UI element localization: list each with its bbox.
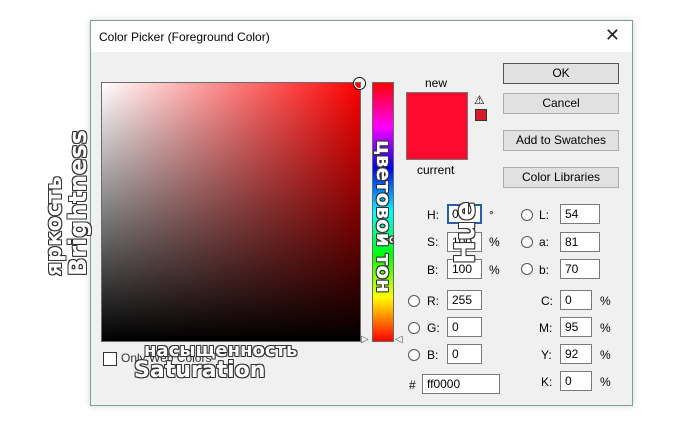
websafe-color-chip[interactable]	[475, 109, 487, 121]
cyan-field[interactable]: 0	[560, 290, 592, 310]
hue-slider-left-arrow-icon[interactable]: ▷	[361, 334, 369, 345]
hue-ru-annotation: цветовой тон	[372, 140, 396, 293]
blue-label: B:	[427, 348, 439, 362]
color-field-cursor[interactable]	[354, 78, 365, 89]
magenta-unit: %	[600, 321, 611, 335]
current-color-label: current	[417, 163, 455, 177]
red-label: R:	[427, 294, 439, 308]
green-field[interactable]: 0	[447, 317, 482, 337]
lab-b-label: b:	[539, 263, 550, 277]
color-libraries-button[interactable]: Color Libraries	[503, 167, 619, 188]
window-title: Color Picker (Foreground Color)	[99, 30, 270, 44]
new-color-swatch	[406, 92, 468, 127]
close-icon[interactable]: ✕	[605, 26, 620, 44]
red-field[interactable]: 255	[447, 290, 482, 310]
red-radio[interactable]	[408, 295, 420, 307]
yellow-field[interactable]: 92	[560, 344, 592, 364]
cyan-label: C:	[541, 294, 553, 308]
black-unit: %	[600, 375, 611, 389]
brightness-label: B:	[427, 263, 439, 277]
current-color-swatch[interactable]	[406, 126, 468, 160]
saturation-unit: %	[489, 235, 500, 249]
black-label: K:	[541, 375, 553, 389]
lab-l-field[interactable]: 54	[560, 204, 600, 224]
lab-l-label: L:	[539, 208, 550, 222]
magenta-field[interactable]: 95	[560, 317, 592, 337]
hue-en-annotation: Hue	[448, 201, 481, 264]
hue-slider-right-arrow-icon[interactable]: ◁	[395, 334, 403, 345]
hue-unit: °	[489, 208, 494, 222]
lab-a-radio[interactable]	[521, 236, 533, 248]
saturation-brightness-field[interactable]	[101, 78, 365, 342]
lab-a-label: a:	[539, 235, 550, 249]
yellow-unit: %	[600, 348, 611, 362]
add-to-swatches-button[interactable]: Add to Swatches	[503, 130, 619, 151]
yellow-label: Y:	[541, 348, 552, 362]
lab-b-radio[interactable]	[521, 263, 533, 275]
brightness-unit: %	[489, 263, 500, 277]
black-field[interactable]: 0	[560, 371, 592, 391]
lab-b-field[interactable]: 70	[560, 259, 600, 279]
ok-button[interactable]: OK	[503, 63, 619, 84]
brightness-en-annotation: Brightness	[64, 129, 92, 276]
new-color-label: new	[425, 76, 448, 90]
lab-a-field[interactable]: 81	[560, 232, 600, 252]
warning-triangle-icon[interactable]: ⚠	[474, 93, 485, 107]
hex-label: #	[409, 378, 416, 392]
lab-l-radio[interactable]	[521, 209, 533, 221]
saturation-label: S:	[427, 235, 439, 249]
hex-field[interactable]: ff0000	[422, 374, 500, 394]
saturation-en-annotation: Saturation	[134, 358, 266, 383]
blue-field[interactable]: 0	[447, 344, 482, 364]
blue-radio[interactable]	[408, 349, 420, 361]
green-radio[interactable]	[408, 322, 420, 334]
cyan-unit: %	[600, 294, 611, 308]
only-web-colors-checkbox[interactable]	[103, 352, 117, 366]
magenta-label: M:	[539, 321, 553, 335]
green-label: G:	[427, 321, 440, 335]
hue-label: H:	[427, 208, 439, 222]
cancel-button[interactable]: Cancel	[503, 93, 619, 114]
title-bar: Color Picker (Foreground Color) ✕	[91, 21, 632, 52]
